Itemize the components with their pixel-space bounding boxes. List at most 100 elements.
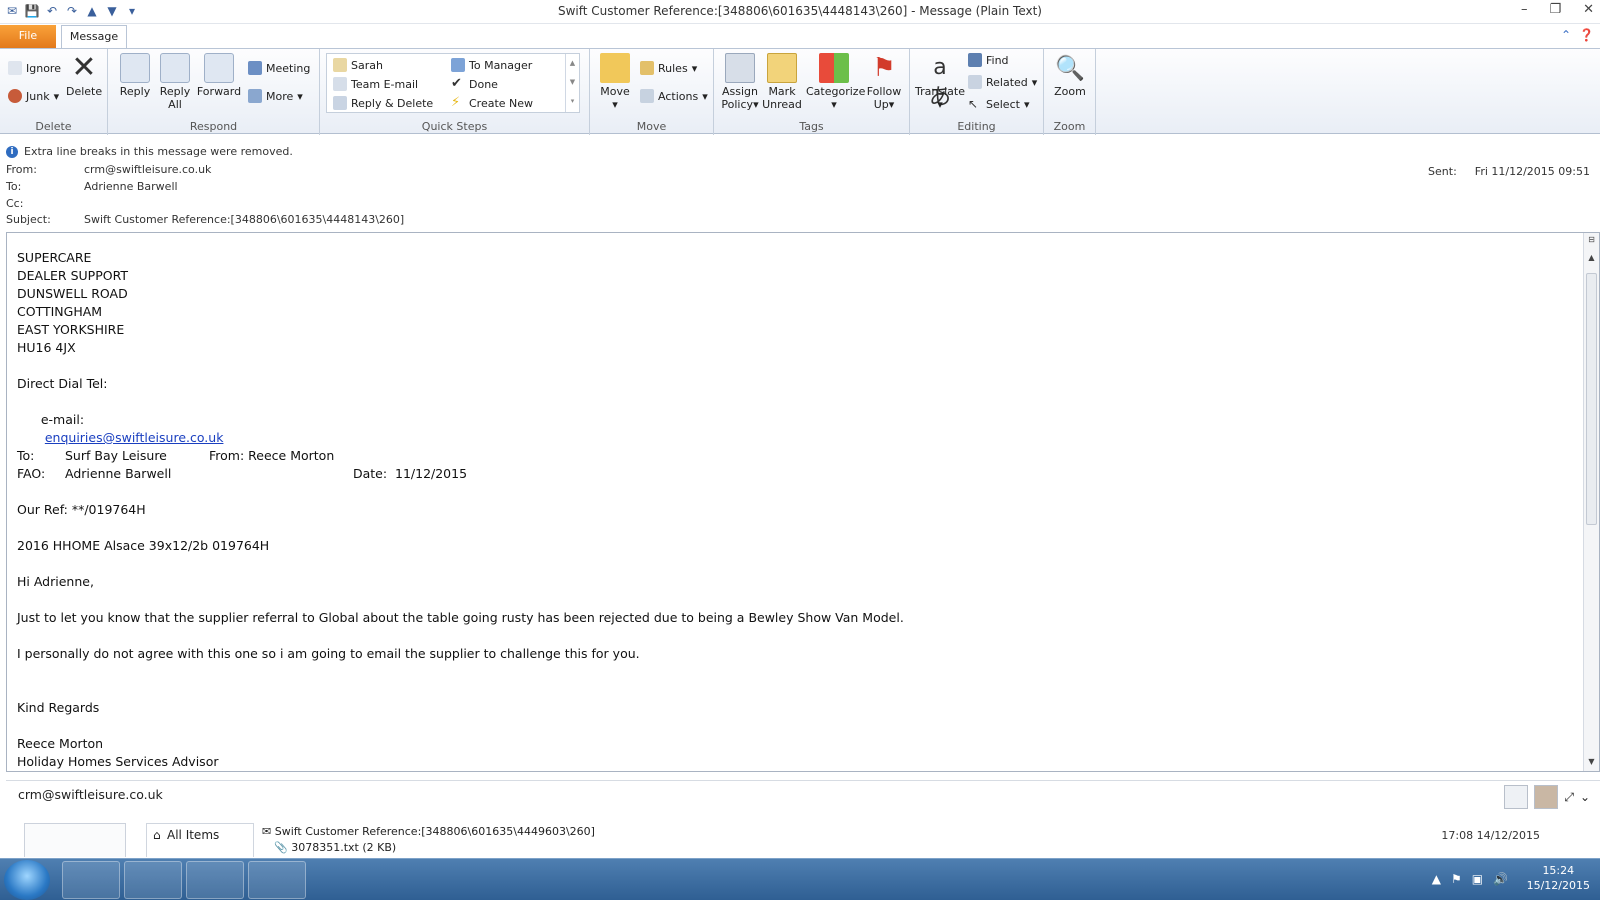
quick-step-reply-delete[interactable]: Reply & Delete [333,96,433,110]
fao-value: Adrienne Barwell [65,466,172,481]
meeting-button[interactable]: Meeting [248,61,310,75]
quick-step-team-email[interactable]: Team E-mail [333,77,418,91]
email-link[interactable]: enquiries@swiftleisure.co.uk [45,430,224,445]
minimize-icon[interactable]: – [1521,2,1528,17]
close-icon[interactable]: ✕ [1583,2,1594,17]
more-icon [248,89,262,103]
model-line: 2016 HHOME Alsace 39x12/2b 019764H [17,538,270,553]
all-items-tab[interactable]: ⌂ All Items [146,823,254,857]
forward-icon [204,53,234,83]
split-icon[interactable]: ⊟ [1584,233,1599,247]
zoom-group: 🔍 Zoom Zoom [1044,49,1096,135]
taskbar: ▲ ⚑ ▣ 🔊 15:24 15/12/2015 [0,858,1600,900]
scroll-down-icon[interactable]: ▼ [1584,755,1599,769]
editing-group: aあ Translate ▾ Find Related ▾ ↖ Select ▾ Ed… [910,49,1044,135]
sign-off: Kind Regards [17,700,100,715]
address-line: SUPERCARE [17,250,92,265]
date-label: Date: [353,466,388,481]
action-center-flag-icon[interactable]: ⚑ [1451,872,1462,886]
address-line: EAST YORKSHIRE [17,322,125,337]
collapse-icon[interactable]: ⌄ [1580,790,1590,804]
tab-file[interactable]: File [0,25,56,48]
junk-button[interactable]: Junk ▾ [8,89,59,103]
delete-group: Ignore Junk ▾ ✕ Delete Delete [0,49,108,135]
minimize-ribbon-icon[interactable]: ⌃ [1561,28,1571,42]
home-icon: ⌂ [153,828,161,842]
more-button[interactable]: More ▾ [248,89,303,103]
info-text: Extra line breaks in this message were r… [24,145,293,158]
address-line: DEALER SUPPORT [17,268,129,283]
zoom-button[interactable]: 🔍 Zoom [1052,53,1088,98]
fao-label: FAO: [17,466,46,481]
attachment[interactable]: 📎 3078351.txt (2 KB) [274,841,396,854]
outlook-taskbar-icon[interactable] [186,861,244,899]
actions-button[interactable]: Actions ▾ [640,89,708,103]
rules-button[interactable]: Rules ▾ [640,61,697,75]
reply-all-button[interactable]: Reply All [156,53,194,111]
start-button[interactable] [4,860,50,900]
reply-all-icon [160,53,190,83]
reply-delete-icon [333,96,347,110]
people-pane-email[interactable]: crm@swiftleisure.co.uk [18,787,163,802]
message-body[interactable]: SUPERCARE DEALER SUPPORT DUNSWELL ROAD C… [6,232,1600,772]
from-value[interactable]: crm@swiftleisure.co.uk [84,163,211,176]
subject-value: Swift Customer Reference:[348806\601635\… [84,213,405,226]
move-group-label: Move [636,120,667,133]
help-icon[interactable]: ❓ [1579,28,1594,42]
reply-button[interactable]: Reply [116,53,154,98]
show-hidden-icon[interactable]: ▲ [1432,872,1441,886]
signature-role: Holiday Homes Services Advisor [17,754,219,769]
ribbon-controls: ⌃ ❓ [1561,28,1594,42]
categorize-button[interactable]: Categorize ▾ [806,53,865,111]
scroll-thumb[interactable] [1586,273,1597,525]
rules-icon [640,61,654,75]
contact-photo-icon[interactable] [1504,785,1529,809]
network-icon[interactable]: ▣ [1472,872,1483,886]
quick-steps-gallery: Sarah Team E-mail Reply & Delete To Mana… [326,53,580,113]
translate-button[interactable]: aあ Translate ▾ [914,53,966,111]
quick-step-done[interactable]: ✔ Done [451,77,498,91]
quick-steps-scroll[interactable]: ▲ ▼ ▾ [565,54,579,112]
title-bar: ✉ 💾 ↶ ↷ ▲ ▼ ▾ Swift Customer Reference:[… [0,0,1600,24]
to-value[interactable]: Adrienne Barwell [84,180,178,193]
system-tray: ▲ ⚑ ▣ 🔊 [1432,872,1508,886]
flag-icon: ⚑ [872,53,896,83]
vertical-scrollbar[interactable]: ⊟ ▲ ▼ [1583,233,1599,771]
move-group: Move ▾ Rules ▾ Actions ▾ Move [590,49,714,135]
cursor-icon: ↖ [968,97,979,111]
reference: Our Ref: **/019764H [17,502,146,517]
calendar-app-icon[interactable] [248,861,306,899]
find-button[interactable]: Find [968,53,1009,67]
file-explorer-icon[interactable] [62,861,120,899]
info-bar[interactable]: i Extra line breaks in this message were… [6,145,293,158]
clock-date: 15/12/2015 [1526,879,1590,892]
quick-step-to-manager[interactable]: To Manager [451,58,532,72]
avatar[interactable] [1534,785,1559,809]
mark-unread-button[interactable]: Mark Unread [762,53,802,111]
delete-icon: ✕ [71,50,97,85]
window-title: Swift Customer Reference:[348806\601635\… [557,4,1042,18]
related-button[interactable]: Related ▾ [968,75,1037,89]
assign-policy-button[interactable]: Assign Policy▾ [720,53,760,111]
scroll-up-icon[interactable]: ▲ [1584,251,1599,265]
firefox-icon[interactable] [124,861,182,899]
related-item[interactable]: ✉ Swift Customer Reference:[348806\60163… [262,825,595,838]
quick-steps-group: Sarah Team E-mail Reply & Delete To Mana… [320,49,590,135]
delete-button[interactable]: ✕ Delete [66,50,102,99]
delete-group-label: Delete [35,120,72,133]
quick-step-create-new[interactable]: ⚡ Create New [451,96,533,110]
quick-step-sarah[interactable]: Sarah [333,58,383,72]
expand-icon[interactable]: ⤢ [1564,790,1574,805]
volume-icon[interactable]: 🔊 [1493,872,1508,886]
select-button[interactable]: ↖ Select ▾ [968,97,1029,111]
ignore-button[interactable]: Ignore [8,61,61,75]
restore-icon[interactable]: ❐ [1549,2,1561,17]
clock[interactable]: 15:24 15/12/2015 [1527,863,1590,893]
tab-message[interactable]: Message [61,25,127,48]
follow-up-button[interactable]: ⚑ Follow Up▾ [864,53,904,111]
sent-row: Sent: Fri 11/12/2015 09:51 [1428,165,1590,178]
move-button[interactable]: Move ▾ [598,53,632,111]
to-manager-icon [451,58,465,72]
forward-button[interactable]: Forward [196,53,242,98]
reply-icon [120,53,150,83]
